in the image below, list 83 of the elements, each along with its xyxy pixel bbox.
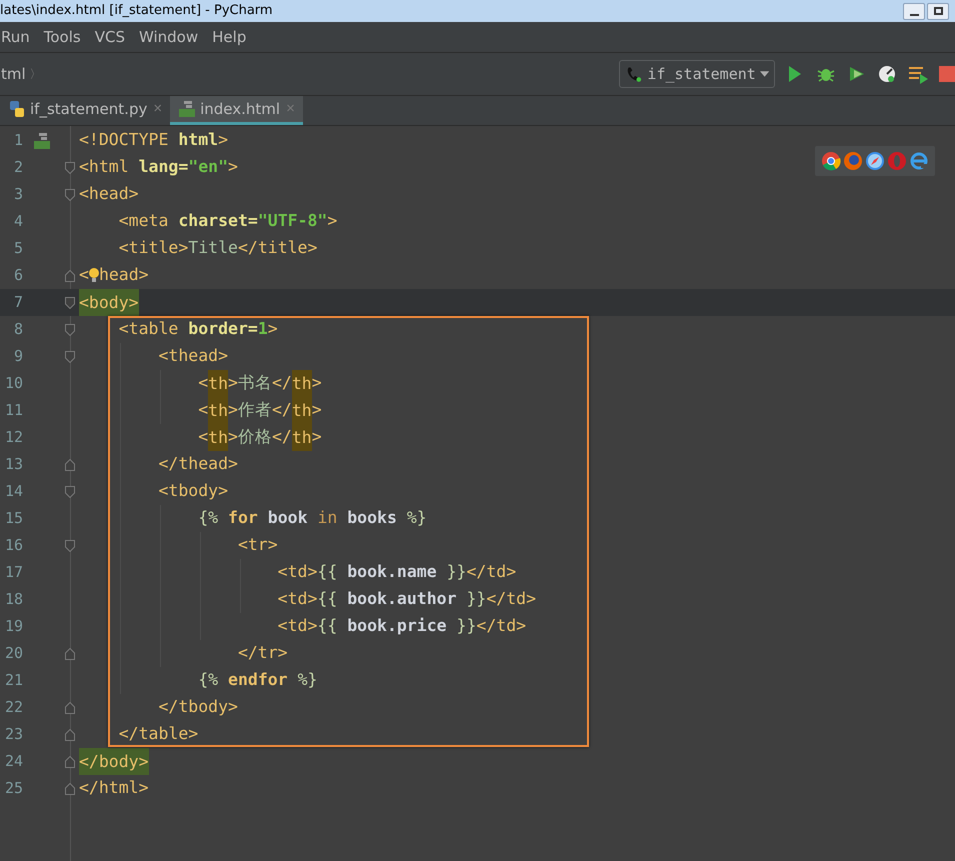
line-number: 7 [12,292,23,314]
restore-button[interactable] [927,2,949,20]
menu-item[interactable]: VCS [94,26,125,48]
breadcrumb-separator: 〉 [30,66,42,83]
breadcrumb-item[interactable]: tml [0,62,26,86]
code-line: <meta charset="UTF-8"> [118,210,338,232]
gauge-icon[interactable] [877,64,897,84]
minimize-button[interactable] [903,2,925,20]
code-line: <table border=1> [118,318,278,340]
code-line: <tr> [236,534,278,556]
fold-marker-icon[interactable] [65,162,75,174]
fold-marker-icon[interactable] [65,648,75,660]
line-number: 2 [12,157,23,178]
code-line: <th>价格</th> [79,424,322,451]
line-number: 10 [4,373,23,394]
code-line: < head> [79,264,149,288]
code-line: </html> [79,777,149,800]
code-line: <head> [79,183,139,206]
code-line: {% for book in books %} [197,507,427,530]
list-run-icon[interactable] [907,64,929,84]
fold-marker-icon[interactable] [65,728,75,740]
line-number: 5 [12,238,23,260]
editor-tab[interactable]: if_statement.py × [0,96,170,125]
code-line: <td>{{ book.author }}</td> [276,588,536,610]
line-number: 9 [12,346,23,368]
line-number: 11 [4,400,23,422]
fold-marker-icon[interactable] [65,324,75,336]
code-line: <th>作者</th> [79,397,322,424]
line-number: 20 [4,643,23,664]
run-configuration-dropdown[interactable]: if_statement [619,60,775,88]
code-line: <!DOCTYPE html> [79,129,228,152]
menu-item[interactable]: Window [138,26,198,48]
chrome-icon[interactable] [821,151,841,171]
line-number: 12 [4,427,23,448]
fold-marker-icon[interactable] [65,458,75,470]
code-line: </table> [118,723,198,746]
code-line: <thead> [157,345,228,368]
code-line: <html lang="en"> [79,156,238,178]
fold-marker-icon[interactable] [65,350,75,362]
editor-tab[interactable]: index.html × [170,96,303,125]
line-number: 21 [4,670,23,692]
code-line: </thead> [157,453,238,476]
line-number: 14 [4,481,23,502]
line-number: 4 [12,211,23,232]
line-number: 15 [4,508,23,530]
line-number: 8 [12,319,23,340]
menu-item[interactable]: Help [212,26,246,48]
line-number: 3 [12,184,23,206]
code-line: </tr> [236,642,288,664]
line-number: 24 [4,751,23,772]
code-line: <title>Title</title> [118,237,318,260]
ie-icon[interactable] [909,151,929,171]
line-number: 22 [4,697,23,718]
line-number: 6 [12,265,23,286]
line-number: 18 [4,589,23,610]
fold-marker-icon[interactable] [65,782,75,794]
html-file-icon [178,100,196,118]
compass-icon[interactable] [865,151,885,171]
fold-marker-icon[interactable] [65,702,75,714]
line-number: 25 [4,778,23,800]
fold-marker-icon[interactable] [65,188,75,200]
line-number: 19 [4,616,23,638]
code-line: <tbody> [157,480,228,502]
code-line: {% endfor %} [197,669,318,692]
line-number: 16 [4,535,23,556]
fold-marker-icon[interactable] [65,756,75,768]
code-line: </tbody> [157,696,238,718]
menu-item[interactable]: Tools [44,26,81,48]
line-number: 13 [4,454,23,476]
line-number: 17 [4,562,23,584]
line-number: 23 [4,724,23,746]
window-title: lates\index.html [if_statement] - PyCharm [0,2,273,20]
fold-marker-icon[interactable] [65,296,75,308]
fold-marker-icon[interactable] [65,486,75,498]
code-line: <td>{{ book.name }}</td> [276,561,516,584]
fold-marker-icon[interactable] [65,270,75,282]
menu-item[interactable]: Run [1,26,30,48]
fold-marker-icon[interactable] [65,540,75,552]
line-number: 1 [12,130,23,152]
python-file-icon [8,100,26,118]
caret-icon [760,71,769,77]
code-line: <th>书名</th> [79,370,322,397]
code-line: <td>{{ book.price }}</td> [276,615,526,638]
